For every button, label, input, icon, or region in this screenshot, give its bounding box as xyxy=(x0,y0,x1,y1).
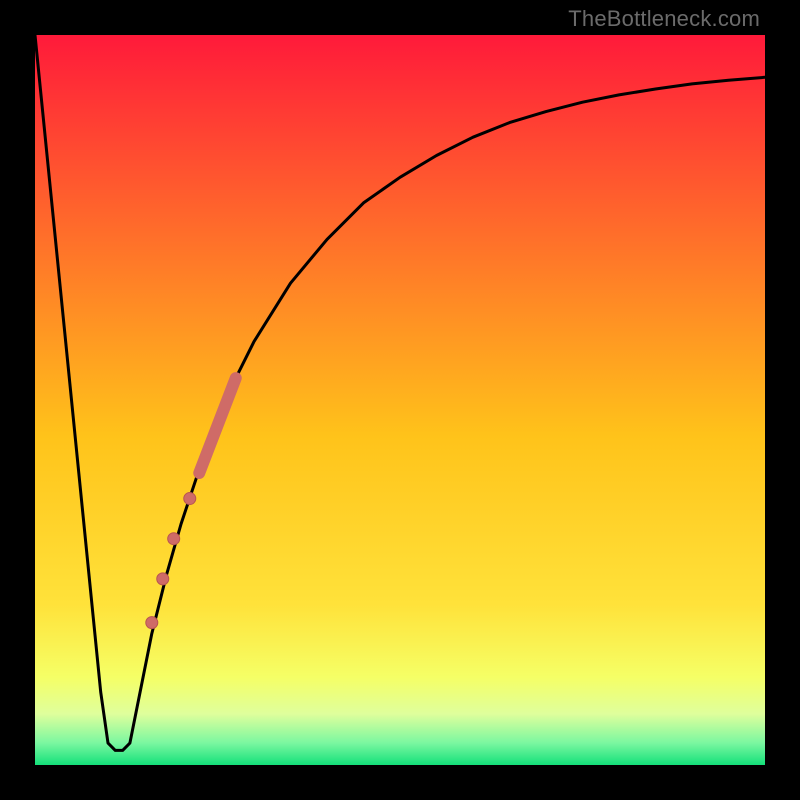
chart-svg xyxy=(35,35,765,765)
dot-1 xyxy=(184,493,196,505)
dot-2 xyxy=(168,533,180,545)
watermark-text: TheBottleneck.com xyxy=(568,6,760,32)
plot-area xyxy=(35,35,765,765)
gradient-background xyxy=(35,35,765,765)
chart-frame: TheBottleneck.com xyxy=(0,0,800,800)
dot-3 xyxy=(157,573,169,585)
dot-4 xyxy=(146,617,158,629)
